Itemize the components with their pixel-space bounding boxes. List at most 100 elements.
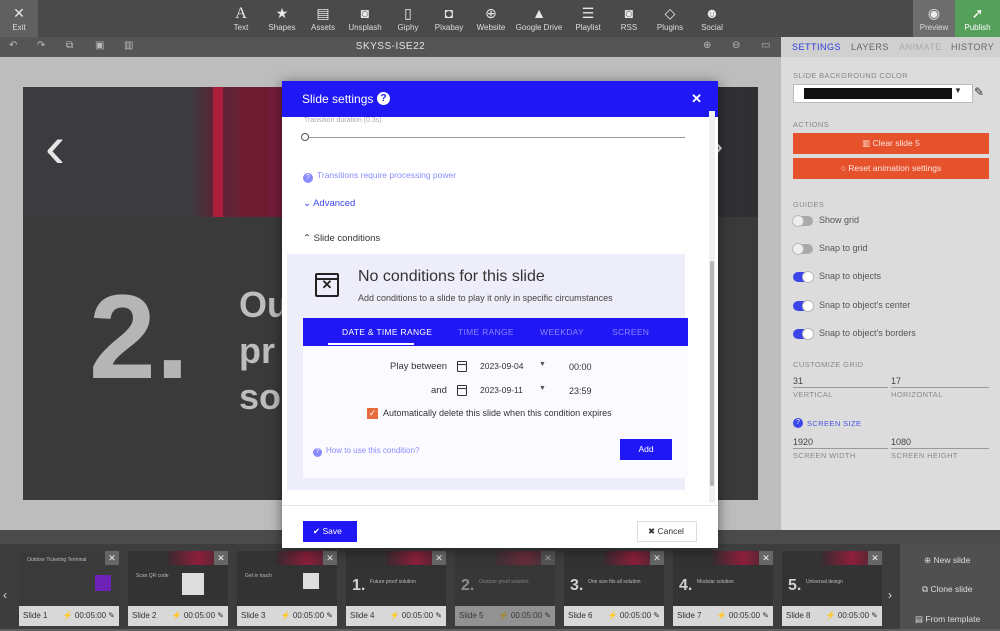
start-time-input[interactable]: 00:00 — [569, 362, 592, 372]
bg-color-select[interactable]: ▼ — [793, 84, 973, 103]
show-grid-toggle[interactable] — [792, 215, 813, 227]
close-icon[interactable]: ✕ — [759, 551, 773, 565]
publish-button[interactable]: ➚ Publish — [955, 0, 1000, 37]
grid-vertical-input[interactable]: 31 — [793, 376, 803, 386]
trash-icon[interactable]: ▥ — [124, 40, 133, 51]
edit-icon[interactable]: ✎ — [433, 611, 442, 620]
how-to-link[interactable]: ? How to use this condition? — [313, 446, 419, 457]
paste-icon[interactable]: ▣ — [95, 40, 104, 51]
tool-playlist-button[interactable]: ☰ Playlist — [571, 0, 605, 37]
chevron-down-icon[interactable]: ▼ — [539, 385, 546, 392]
close-icon[interactable]: ✕ — [323, 551, 337, 565]
dialog-scrollbar[interactable] — [709, 111, 715, 503]
calendar-icon[interactable] — [457, 385, 467, 396]
close-icon[interactable]: ✕ — [868, 551, 882, 565]
new-slide-button[interactable]: ⊕ New slide — [924, 555, 970, 566]
eyedropper-icon[interactable]: ✎ — [974, 85, 984, 99]
calendar-icon[interactable] — [457, 361, 467, 372]
tool-text-button[interactable]: A Text — [225, 0, 257, 37]
slide-thumbnail[interactable]: 1. Future proof solution ✕ Slide 4 ⚡ 00:05… — [346, 551, 446, 631]
slider-handle[interactable] — [301, 133, 309, 141]
grid-vertical-label: VERTICAL — [793, 390, 833, 399]
chevron-right-icon[interactable]: › — [888, 588, 892, 602]
slide-thumbnail[interactable]: 3. One size fits all solution ✕ Slide 6 ⚡ … — [564, 551, 664, 631]
edit-icon[interactable]: ✎ — [215, 611, 224, 620]
chevron-left-icon[interactable]: ‹ — [3, 588, 7, 602]
keyboard-icon[interactable]: ▭ — [761, 40, 770, 51]
close-icon[interactable]: ✕ — [214, 551, 228, 565]
slide-conditions-toggle[interactable]: ⌃ Slide conditions — [303, 233, 380, 244]
snap-to-grid-toggle[interactable] — [792, 243, 813, 255]
tool-google-drive-button[interactable]: ▲ Google Drive — [514, 0, 564, 37]
exit-button[interactable]: ✕ Exit — [0, 0, 38, 37]
reset-animation-button[interactable]: ○ Reset animation settings — [793, 158, 989, 179]
edit-icon[interactable]: ✎ — [760, 611, 769, 620]
tool-rss-button[interactable]: ◙ RSS — [614, 0, 644, 37]
slide-thumbnail-active[interactable]: 2. Outdoor proof solution ✕ Slide 5 ⚡ 00:0… — [455, 551, 555, 631]
tool-assets-button[interactable]: ▤ Assets — [306, 0, 340, 37]
from-template-button[interactable]: ▤ From template — [915, 614, 980, 625]
undo-icon[interactable]: ↶ — [9, 40, 17, 51]
tab-settings[interactable]: SETTINGS — [792, 42, 841, 52]
close-icon[interactable]: ✕ — [691, 91, 702, 107]
tool-shapes-button[interactable]: ★ Shapes — [264, 0, 300, 37]
close-icon[interactable]: ✕ — [650, 551, 664, 565]
tool-unsplash-button[interactable]: ◙ Unsplash — [345, 0, 385, 37]
tool-giphy-button[interactable]: ▯ Giphy — [392, 0, 424, 37]
tab-animate[interactable]: ANIMATE — [899, 42, 942, 52]
slide-thumbnail[interactable]: Scan QR code ✕ Slide 2 ⚡ 00:05:00 ✎ — [128, 551, 228, 631]
close-icon[interactable]: ✕ — [432, 551, 446, 565]
slide-thumbnail[interactable]: Get in touch ✕ Slide 3 ⚡ 00:05:00 ✎ — [237, 551, 337, 631]
clone-slide-button[interactable]: ⧉ Clone slide — [922, 584, 973, 595]
end-date-input[interactable]: 2023-09-11 — [480, 385, 523, 395]
screen-width-input[interactable]: 1920 — [793, 437, 813, 447]
tab-screen[interactable]: SCREEN — [612, 327, 649, 337]
redo-icon[interactable]: ↷ — [37, 40, 45, 51]
close-icon[interactable]: ✕ — [541, 551, 555, 565]
trash-icon: ▥ — [862, 138, 873, 148]
snap-to-objects-toggle[interactable] — [793, 271, 814, 283]
edit-icon[interactable]: ✎ — [324, 611, 333, 620]
tab-time-range[interactable]: TIME RANGE — [458, 327, 514, 337]
snap-to-center-toggle[interactable] — [793, 300, 814, 312]
tool-website-button[interactable]: ⊕ Website — [473, 0, 509, 37]
edit-icon[interactable]: ✎ — [106, 611, 115, 620]
help-icon[interactable]: ? — [793, 418, 803, 428]
no-conditions-subtitle: Add conditions to a slide to play it onl… — [358, 293, 613, 303]
screen-height-input[interactable]: 1080 — [891, 437, 911, 447]
clear-slide-button[interactable]: ▥ Clear slide 5 — [793, 133, 989, 154]
tool-plugins-button[interactable]: ◇ Plugins — [652, 0, 688, 37]
edit-icon[interactable]: ✎ — [542, 611, 551, 620]
snap-to-borders-toggle[interactable] — [793, 328, 814, 340]
save-button[interactable]: ✔ Save — [303, 521, 357, 542]
edit-icon[interactable]: ✎ — [651, 611, 660, 620]
tab-weekday[interactable]: WEEKDAY — [540, 327, 584, 337]
tab-date-time-range[interactable]: DATE & TIME RANGE — [342, 327, 432, 337]
slide-thumbnail[interactable]: 4. Modular solution ✕ Slide 7 ⚡ 00:05:00 ✎ — [673, 551, 773, 631]
tool-pixabay-button[interactable]: ◘ Pixabay — [431, 0, 467, 37]
start-date-input[interactable]: 2023-09-04 — [480, 361, 523, 371]
cancel-button[interactable]: ✖ Cancel — [637, 521, 697, 542]
thumb-title: Get in touch — [245, 573, 272, 579]
close-icon[interactable]: ✕ — [105, 551, 119, 565]
zoom-in-icon[interactable]: ⊕ — [703, 40, 711, 51]
preview-button[interactable]: ◉ Preview — [913, 0, 955, 37]
slide-thumbnail[interactable]: 5. Universal design ✕ Slide 8 ⚡ 00:05:00 ✎ — [782, 551, 882, 631]
transition-slider[interactable] — [304, 137, 685, 138]
end-time-input[interactable]: 23:59 — [569, 386, 592, 396]
tab-history[interactable]: HISTORY — [951, 42, 994, 52]
auto-delete-checkbox[interactable]: ✓ — [367, 408, 378, 419]
zoom-out-icon[interactable]: ⊖ — [732, 40, 740, 51]
save-label: Save — [322, 526, 342, 536]
timer-icon: ⚡ — [389, 611, 402, 620]
help-icon[interactable]: ? — [377, 92, 390, 105]
chevron-down-icon[interactable]: ▼ — [539, 361, 546, 368]
add-condition-button[interactable]: Add — [620, 439, 672, 460]
slide-thumbnail[interactable]: Outdoor Ticketing Terminal ✕ Slide 1 ⚡ 00… — [19, 551, 119, 631]
tool-social-button[interactable]: ☻ Social — [696, 0, 728, 37]
copy-icon[interactable]: ⧉ — [66, 40, 73, 51]
grid-horizontal-input[interactable]: 17 — [891, 376, 901, 386]
edit-icon[interactable]: ✎ — [869, 611, 878, 620]
advanced-toggle[interactable]: ⌄ Advanced — [303, 198, 355, 209]
tab-layers[interactable]: LAYERS — [851, 42, 889, 52]
